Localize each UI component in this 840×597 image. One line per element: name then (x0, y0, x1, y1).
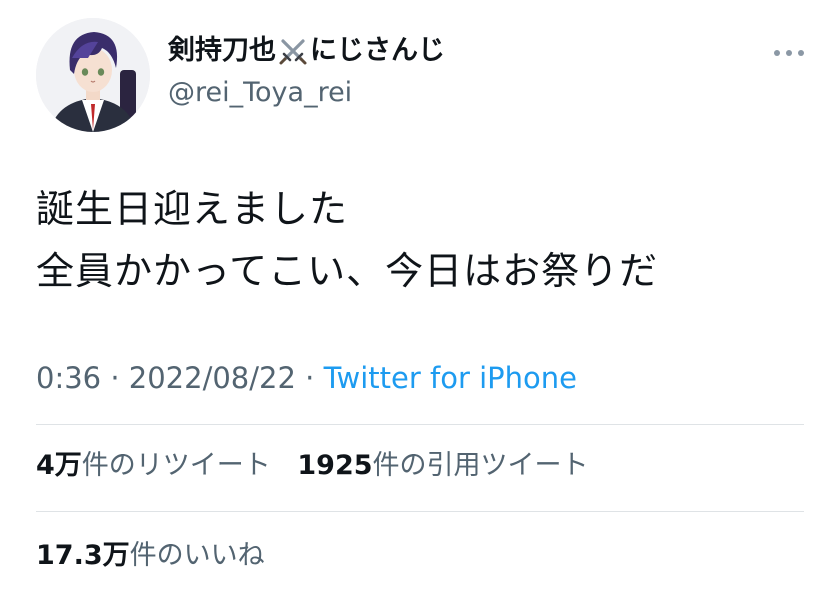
tweet-time[interactable]: 0:36 (36, 361, 101, 395)
display-name[interactable]: 剣持刀也 にじさんじ (168, 34, 445, 68)
likes-stat[interactable]: 17.3万件のいいね (36, 540, 265, 571)
meta-separator: · (110, 361, 120, 395)
more-options-icon[interactable] (774, 46, 804, 60)
retweets-count: 4万 (36, 450, 82, 481)
tweet-text-line: 全員かかってこい、今日はお祭りだ (36, 249, 659, 293)
divider (36, 511, 804, 512)
quotes-count: 1925 (297, 450, 373, 481)
avatar-image (36, 18, 150, 132)
retweet-stats-row: 4万件のリツイート 1925件の引用ツイート (36, 449, 607, 483)
tweet-meta: 0:36 · 2022/08/22 · Twitter for iPhone (36, 360, 577, 396)
crossed-swords-icon (277, 36, 309, 66)
likes-label: 件のいいね (129, 540, 265, 571)
tweet-text: 誕生日迎えました 全員かかってこい、今日はお祭りだ (36, 178, 658, 302)
user-handle[interactable]: @rei_Toya_rei (168, 76, 352, 110)
quotes-stat[interactable]: 1925件の引用ツイート (297, 450, 588, 481)
tweet-source-link[interactable]: Twitter for iPhone (324, 361, 577, 395)
display-name-suffix: にじさんじ (310, 35, 445, 66)
retweets-label: 件のリツイート (81, 450, 271, 481)
retweets-stat[interactable]: 4万件のリツイート (36, 450, 271, 481)
quotes-label: 件の引用ツイート (372, 450, 589, 481)
tweet-text-line: 誕生日迎えました (36, 187, 349, 231)
divider (36, 424, 804, 425)
display-name-prefix: 剣持刀也 (168, 35, 276, 66)
tweet-card: 剣持刀也 にじさんじ @rei_Toya_rei 誕生日迎えました 全員かかって… (0, 0, 840, 597)
avatar[interactable] (36, 18, 150, 132)
tweet-date[interactable]: 2022/08/22 (129, 361, 296, 395)
likes-stats-row: 17.3万件のいいね (36, 539, 283, 573)
likes-count: 17.3万 (36, 540, 130, 571)
meta-separator: · (305, 361, 315, 395)
